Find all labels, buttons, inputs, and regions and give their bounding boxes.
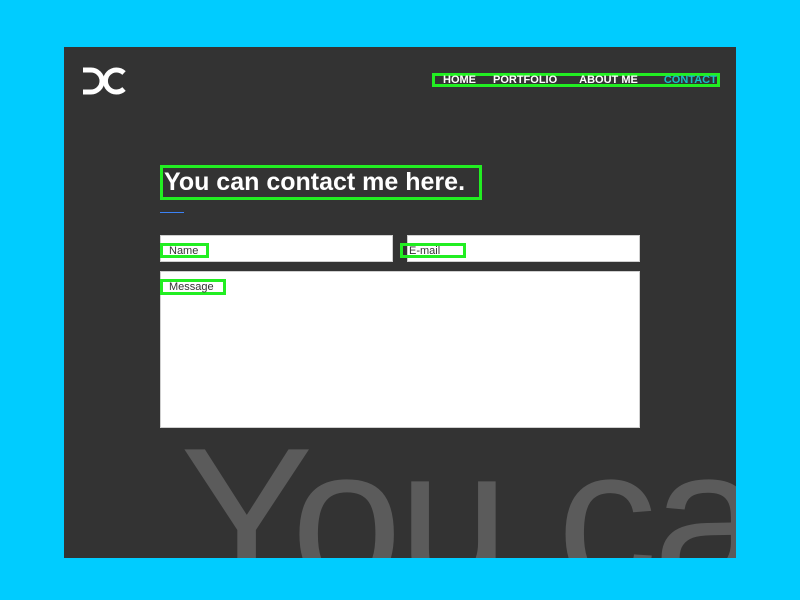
- dc-logo-icon[interactable]: [80, 67, 128, 95]
- message-textarea[interactable]: [161, 272, 639, 427]
- nav-contact-link[interactable]: CONTACT: [664, 74, 717, 86]
- contact-heading: You can contact me here.: [160, 165, 482, 200]
- email-input[interactable]: [408, 236, 639, 261]
- message-field[interactable]: Message: [160, 271, 640, 428]
- nav-portfolio-link[interactable]: PORTFOLIO: [493, 74, 557, 86]
- main-navigation: HOME PORTFOLIO ABOUT ME CONTACT: [432, 73, 720, 87]
- nav-home-link[interactable]: HOME: [443, 74, 476, 86]
- email-field[interactable]: E-mail: [400, 235, 640, 262]
- name-field[interactable]: Name: [160, 235, 393, 262]
- nav-about-link[interactable]: ABOUT ME: [579, 74, 638, 86]
- name-input[interactable]: [161, 236, 392, 261]
- heading-underline: [160, 212, 184, 213]
- page-panel: You ca HOME PORTFOLIO ABOUT ME CONTACT Y…: [64, 47, 736, 558]
- background-watermark-text: You ca: [180, 407, 736, 559]
